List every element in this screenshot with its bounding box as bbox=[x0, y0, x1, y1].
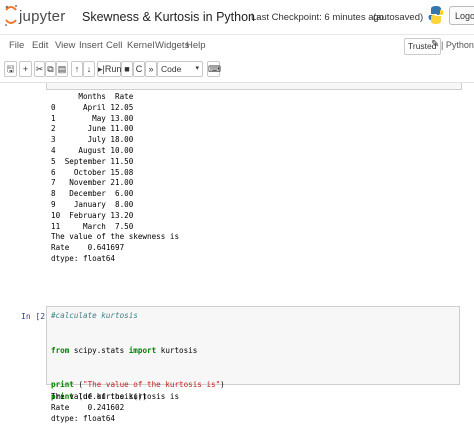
kernel-indicator[interactable]: | Python 3 bbox=[441, 40, 474, 50]
menu-kernel[interactable]: Kernel bbox=[127, 40, 154, 51]
scissors-icon[interactable]: ✂ bbox=[34, 61, 45, 77]
code-text: ) bbox=[220, 380, 225, 389]
stop-icon[interactable]: ■ bbox=[121, 61, 133, 77]
logout-button[interactable]: Logout bbox=[449, 6, 474, 25]
code-cell-kurtosis[interactable]: #calculate kurtosis from scipy.stats imp… bbox=[46, 306, 460, 401]
kernel-name: Python 3 bbox=[445, 40, 474, 50]
autosave-status: (autosaved) bbox=[373, 12, 424, 23]
run-label: Run bbox=[104, 64, 122, 74]
menu-insert[interactable]: Insert bbox=[79, 40, 103, 51]
run-button[interactable]: ▸|Run bbox=[97, 61, 121, 77]
code-builtin: print bbox=[51, 380, 74, 389]
cell-output-skewness: Months Rate 0 April 12.05 1 May 13.00 2 … bbox=[51, 92, 180, 263]
notebook-toolbar: 🖫 + ✂ ⧉ ▤ ↑ ↓ ▸|Run ■ C » Code ▾ ⌨ bbox=[0, 57, 474, 83]
copy-icon[interactable]: ⧉ bbox=[45, 61, 56, 77]
notebook-title[interactable]: Skewness & Kurtosis in Python bbox=[82, 10, 255, 24]
code-comment: #calculate kurtosis bbox=[51, 311, 138, 320]
save-icon[interactable]: 🖫 bbox=[4, 61, 17, 77]
pencil-icon[interactable]: ✎ bbox=[431, 39, 439, 50]
fast-forward-icon[interactable]: » bbox=[145, 61, 157, 77]
caret-down-icon: ▾ bbox=[195, 65, 199, 72]
arrow-down-icon[interactable]: ↓ bbox=[83, 61, 95, 77]
jupyter-logo-icon[interactable] bbox=[4, 4, 18, 28]
cell-output-kurtosis: The value of the kurtosis is Rate 0.2416… bbox=[51, 392, 180, 423]
menu-view[interactable]: View bbox=[55, 40, 75, 51]
step-forward-icon: ▸| bbox=[98, 64, 105, 74]
keyboard-icon[interactable]: ⌨ bbox=[207, 61, 221, 77]
notebook-header: jupyter Skewness & Kurtosis in Python La… bbox=[0, 0, 474, 34]
restart-icon[interactable]: C bbox=[133, 61, 145, 77]
code-keyword: from bbox=[51, 345, 70, 355]
previous-code-cell[interactable] bbox=[46, 83, 462, 90]
jupyter-brand[interactable]: jupyter bbox=[19, 8, 65, 25]
code-text: ( bbox=[73, 380, 84, 389]
menu-edit[interactable]: Edit bbox=[32, 40, 48, 51]
cell-type-value: Code bbox=[161, 64, 182, 74]
code-keyword: import bbox=[128, 345, 157, 355]
code-editor[interactable]: #calculate kurtosis from scipy.stats imp… bbox=[51, 310, 225, 402]
cell-type-select[interactable]: Code ▾ bbox=[157, 61, 203, 77]
code-name: kurtosis bbox=[156, 345, 198, 355]
code-module: scipy.stats bbox=[69, 345, 129, 355]
plus-icon[interactable]: + bbox=[19, 61, 32, 77]
menu-file[interactable]: File bbox=[9, 40, 24, 51]
paste-icon[interactable]: ▤ bbox=[56, 61, 68, 77]
menu-help[interactable]: Help bbox=[186, 40, 206, 51]
menu-bar: File Edit View Insert Cell Kernel Widget… bbox=[0, 34, 474, 58]
arrow-up-icon[interactable]: ↑ bbox=[71, 61, 83, 77]
code-string: "The value of the kurtosis is" bbox=[83, 380, 221, 389]
menu-cell[interactable]: Cell bbox=[106, 40, 122, 51]
menu-widgets[interactable]: Widgets bbox=[155, 40, 189, 51]
checkpoint-status: Last Checkpoint: 6 minutes ago bbox=[251, 12, 385, 23]
python-logo-icon bbox=[428, 6, 444, 24]
